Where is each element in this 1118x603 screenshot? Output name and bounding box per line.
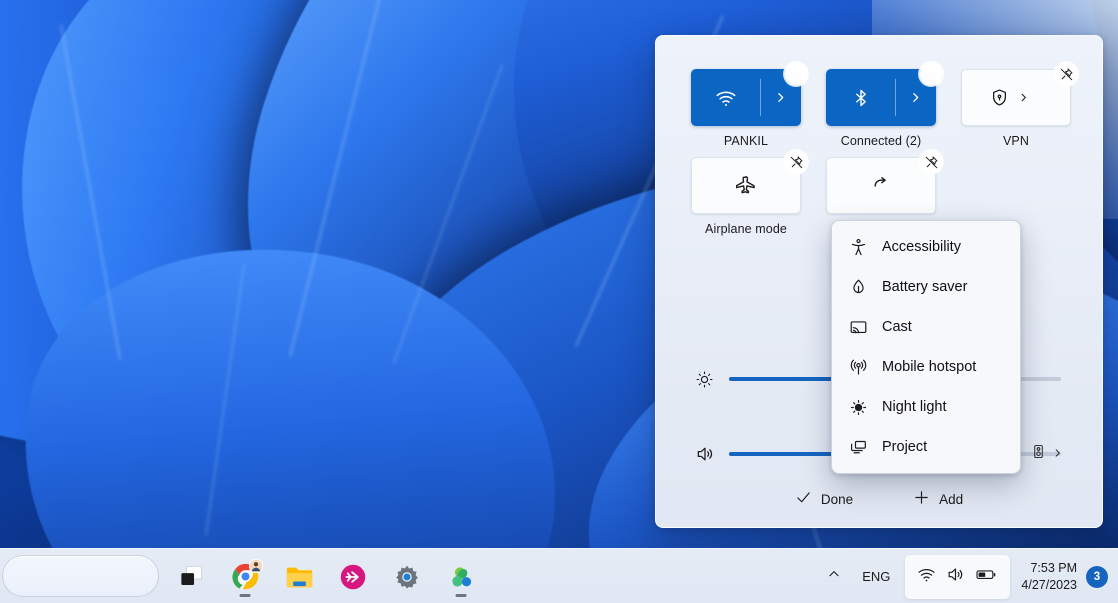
unpin-icon[interactable] <box>783 149 809 175</box>
file-explorer-icon <box>286 567 312 587</box>
tile-cell-wifi: PANKIL <box>691 61 809 149</box>
quick-tile-label: PANKIL <box>723 134 769 148</box>
taskbar-search-input[interactable] <box>2 555 159 597</box>
wifi-icon <box>917 565 936 589</box>
done-button[interactable]: Done <box>783 483 865 515</box>
taskbar-system-tray: ENG 7:53 PM 4/27/2023 3 <box>817 549 1112 603</box>
quick-tile-obscured[interactable] <box>826 149 944 214</box>
menu-item-mobile-hotspot[interactable]: Mobile hotspot <box>832 347 1020 387</box>
menu-item-label: Project <box>882 439 928 455</box>
volume-icon <box>691 444 729 464</box>
quick-tile-label: Airplane mode <box>705 222 787 236</box>
quick-tile-airplane-mode[interactable] <box>691 149 809 214</box>
shield-lock-icon <box>990 88 1009 107</box>
taskbar-chrome-button[interactable] <box>224 556 266 598</box>
settings-gear-icon <box>396 565 418 589</box>
menu-item-label: Night light <box>882 399 947 415</box>
tile-cell-vpn: VPN <box>961 61 1079 149</box>
quick-tile-wifi[interactable] <box>691 61 809 126</box>
nearby-share-icon <box>871 176 891 196</box>
mobile-hotspot-icon <box>848 358 868 377</box>
task-view-icon <box>180 565 202 585</box>
audio-output-icon <box>1031 444 1046 465</box>
add-button-label: Add <box>939 491 964 507</box>
add-button[interactable]: Add <box>901 483 975 515</box>
unpin-icon[interactable] <box>918 61 944 87</box>
menu-item-label: Mobile hotspot <box>882 359 977 375</box>
taskbar-quick-settings-button[interactable] <box>905 554 1011 599</box>
checkmark-icon <box>795 489 812 509</box>
desktop-screen: PANKIL Connected (2) VPN Airplane mode D… <box>0 0 1118 603</box>
wifi-icon <box>715 87 737 109</box>
taskbar-settings-button[interactable] <box>386 556 428 598</box>
vpn-tile-expand[interactable] <box>1009 70 1037 125</box>
menu-item-accessibility[interactable]: Accessibility <box>832 227 1020 267</box>
quick-settings-tile-grid: PANKIL Connected (2) VPN Airplane mode <box>691 61 1079 237</box>
taskbar-running-indicator <box>455 593 467 597</box>
menu-item-label: Cast <box>882 319 912 335</box>
taskbar: ENG 7:53 PM 4/27/2023 3 <box>0 548 1118 603</box>
menu-item-battery-saver[interactable]: Battery saver <box>832 267 1020 307</box>
vpn-tile-toggle[interactable] <box>962 70 1009 125</box>
chevron-right-icon <box>909 91 922 104</box>
quick-tile-bluetooth[interactable] <box>826 61 944 126</box>
battery-icon <box>975 565 998 589</box>
chrome-profile-avatar <box>249 558 263 573</box>
taskbar-overflow-button[interactable] <box>817 557 851 597</box>
accessibility-icon <box>848 238 868 257</box>
taskbar-file-explorer-button[interactable] <box>278 556 320 598</box>
taskbar-clock[interactable]: 7:53 PM 4/27/2023 <box>1014 555 1086 599</box>
quick-tile-label: Connected (2) <box>840 134 922 148</box>
green-flower-app-icon <box>452 566 472 587</box>
cast-icon <box>848 318 868 337</box>
notification-badge[interactable]: 3 <box>1086 565 1108 588</box>
menu-item-cast[interactable]: Cast <box>832 307 1020 347</box>
chevron-right-icon <box>1018 92 1029 103</box>
quick-settings-footer: Done Add <box>656 471 1102 527</box>
taskbar-magenta-app-button[interactable] <box>332 556 374 598</box>
chevron-up-icon <box>827 567 841 586</box>
brightness-icon <box>691 370 729 389</box>
chevron-right-icon <box>774 91 787 104</box>
wifi-tile-toggle[interactable] <box>692 70 760 125</box>
quick-tile-label: VPN <box>1002 134 1029 148</box>
clock-time: 7:53 PM <box>1030 560 1077 575</box>
audio-output-selector[interactable] <box>1031 444 1063 465</box>
bluetooth-icon <box>851 88 871 108</box>
project-icon <box>848 438 868 457</box>
unpin-icon[interactable] <box>783 61 809 87</box>
language-label: ENG <box>862 569 891 584</box>
volume-icon <box>946 565 965 589</box>
taskbar-running-indicator <box>239 593 251 597</box>
magenta-app-icon <box>340 564 366 589</box>
airplane-icon <box>735 175 757 196</box>
menu-item-label: Battery saver <box>882 279 968 295</box>
bluetooth-tile-toggle[interactable] <box>827 70 895 125</box>
taskbar-app-buttons <box>170 549 482 603</box>
menu-item-night-light[interactable]: Night light <box>832 387 1020 427</box>
quick-settings-context-menu: Accessibility Battery saver Cast Mobile … <box>831 220 1021 474</box>
tile-cell-airplane: Airplane mode <box>691 149 809 237</box>
night-light-icon <box>848 398 868 417</box>
done-button-label: Done <box>820 491 854 507</box>
chevron-right-icon <box>1052 445 1063 463</box>
notification-count: 3 <box>1093 570 1101 583</box>
taskbar-green-app-button[interactable] <box>440 556 482 598</box>
unpin-icon[interactable] <box>918 149 944 175</box>
clock-date: 4/27/2023 <box>1021 577 1077 592</box>
taskbar-task-view-button[interactable] <box>170 556 212 598</box>
menu-item-label: Accessibility <box>882 239 961 255</box>
quick-tile-vpn[interactable] <box>961 61 1079 126</box>
plus-icon <box>913 489 930 509</box>
menu-item-project[interactable]: Project <box>832 427 1020 467</box>
taskbar-language-indicator[interactable]: ENG <box>851 557 901 597</box>
tile-cell-bluetooth: Connected (2) <box>826 61 944 149</box>
unpin-icon[interactable] <box>1053 61 1079 87</box>
battery-saver-icon <box>848 278 868 297</box>
